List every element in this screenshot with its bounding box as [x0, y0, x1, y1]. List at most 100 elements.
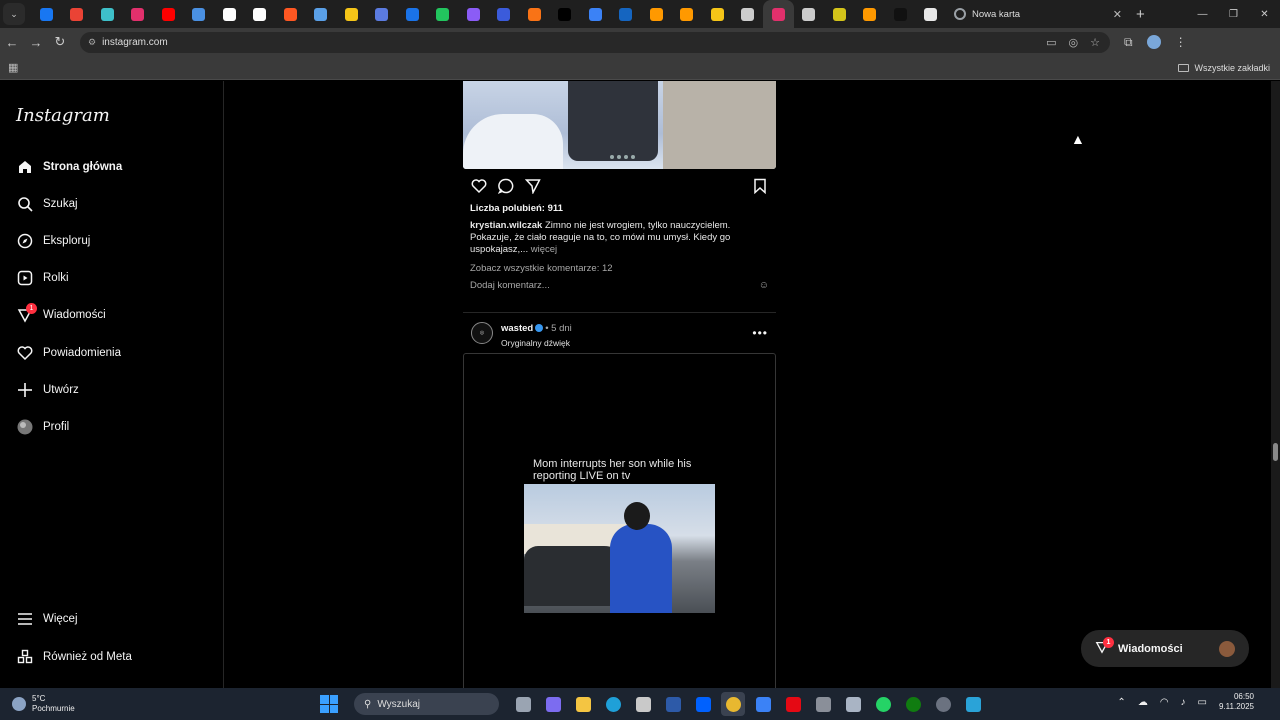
taskbar-search[interactable]: ⚲ Wyszukaj	[354, 693, 499, 715]
pinned-tab[interactable]	[611, 0, 642, 28]
post-image[interactable]	[463, 81, 776, 169]
pinned-tab[interactable]	[794, 0, 825, 28]
likes-count[interactable]: Liczba polubień: 911	[463, 203, 776, 214]
nav-reels[interactable]: Rolki	[16, 266, 69, 290]
pinned-tab[interactable]	[397, 0, 428, 28]
scrollbar-thumb[interactable]	[1273, 443, 1278, 461]
address-bar[interactable]: ⚙ instagram.com ▭ ◎ ☆	[80, 31, 1110, 53]
whatsapp-icon[interactable]	[871, 692, 895, 716]
app-b-icon[interactable]	[661, 692, 685, 716]
pinned-tab[interactable]	[92, 0, 123, 28]
pinned-tab[interactable]	[31, 0, 62, 28]
volume-icon[interactable]: ♪	[1181, 697, 1186, 708]
weather-widget[interactable]: 5°C Pochmurnie	[12, 694, 75, 714]
windows-start-icon[interactable]	[320, 695, 338, 713]
pinned-tab[interactable]	[855, 0, 886, 28]
bookmark-star-icon[interactable]: ☆	[1090, 36, 1100, 49]
nav-create[interactable]: Utwórz	[16, 378, 79, 402]
post-username[interactable]: wasted	[501, 323, 533, 334]
mail-icon[interactable]	[751, 692, 775, 716]
pinned-tab[interactable]	[916, 0, 947, 28]
pinned-tab[interactable]	[885, 0, 916, 28]
pinned-tab[interactable]	[153, 0, 184, 28]
extensions-icon[interactable]: ⧉	[1124, 35, 1133, 50]
audio-link[interactable]: Oryginalny dźwięk	[501, 338, 572, 348]
pinned-tab[interactable]	[550, 0, 581, 28]
nav-home[interactable]: Strona główna	[16, 155, 122, 179]
install-app-icon[interactable]: ▭	[1046, 36, 1056, 49]
pinned-tab[interactable]	[214, 0, 245, 28]
all-bookmarks-button[interactable]: Wszystkie zakładki	[1178, 63, 1270, 73]
chevron-up-icon[interactable]: ⌃	[1117, 697, 1125, 708]
close-tab-icon[interactable]: ✕	[1113, 8, 1122, 21]
notepad-icon[interactable]	[841, 692, 865, 716]
pinned-tab[interactable]	[367, 0, 398, 28]
caption-more-link[interactable]: więcej	[528, 244, 557, 255]
pinned-tab[interactable]	[275, 0, 306, 28]
nav-more[interactable]: Więcej	[16, 607, 78, 631]
settings-icon[interactable]	[931, 692, 955, 716]
maximize-button[interactable]: ❐	[1218, 9, 1249, 20]
pinned-tab[interactable]	[306, 0, 337, 28]
caption-username[interactable]: krystian.wilczak	[470, 220, 542, 231]
wifi-icon[interactable]: ◠	[1160, 697, 1169, 708]
emoji-icon[interactable]: ☺	[759, 280, 769, 291]
view-all-comments-link[interactable]: Zobacz wszystkie komentarze: 12	[463, 256, 776, 274]
pinned-tab[interactable]	[489, 0, 520, 28]
tracking-icon[interactable]: ◎	[1069, 36, 1079, 49]
new-tab-button[interactable]: +	[1136, 6, 1145, 23]
file-explorer-icon[interactable]	[571, 692, 595, 716]
instagram-logo[interactable]: Instagram	[16, 105, 110, 126]
pinned-tab[interactable]	[428, 0, 459, 28]
pinned-tab[interactable]	[123, 0, 154, 28]
tab-search-button[interactable]: ⌄	[3, 3, 25, 25]
pinned-tab[interactable]	[672, 0, 703, 28]
pinned-tab[interactable]	[336, 0, 367, 28]
comment-icon[interactable]	[497, 177, 515, 195]
app-e-icon[interactable]	[961, 692, 985, 716]
nav-notifications[interactable]: Powiadomienia	[16, 341, 121, 365]
onedrive-icon[interactable]: ☁	[1138, 697, 1148, 708]
xbox-icon[interactable]	[901, 692, 925, 716]
pinned-tab[interactable]	[824, 0, 855, 28]
pinned-tab[interactable]	[458, 0, 489, 28]
more-options-icon[interactable]: •••	[752, 326, 768, 340]
share-icon[interactable]	[524, 177, 542, 195]
nav-search[interactable]: Szukaj	[16, 192, 78, 216]
pinned-tab[interactable]	[641, 0, 672, 28]
battery-icon[interactable]: ▭	[1198, 697, 1207, 708]
close-window-button[interactable]: ✕	[1249, 9, 1280, 20]
pinned-tab[interactable]	[62, 0, 93, 28]
browser-menu-icon[interactable]: ⋮	[1175, 35, 1187, 49]
minimize-button[interactable]: —	[1187, 9, 1218, 20]
reload-button[interactable]: ↻	[48, 34, 72, 50]
copilot-icon[interactable]	[541, 692, 565, 716]
clock[interactable]: 06:50 9.11.2025	[1219, 692, 1254, 712]
like-heart-icon[interactable]	[470, 177, 488, 195]
back-button[interactable]: ←	[0, 35, 24, 50]
pinned-tab[interactable]	[245, 0, 276, 28]
calculator-icon[interactable]	[811, 692, 835, 716]
nav-also-from-meta[interactable]: Również od Meta	[16, 645, 132, 669]
avatar[interactable]: ◎	[471, 322, 493, 344]
nav-messages[interactable]: 1 Wiadomości	[16, 303, 106, 327]
page-scrollbar[interactable]	[1271, 81, 1280, 688]
pinned-tab[interactable]	[184, 0, 215, 28]
post-video[interactable]: Mom interrupts her son while his reporti…	[463, 353, 776, 713]
pinned-tab[interactable]	[702, 0, 733, 28]
nav-explore[interactable]: Eksploruj	[16, 229, 90, 253]
site-info-icon[interactable]: ⚙	[88, 37, 96, 48]
pinned-tab[interactable]	[763, 0, 794, 28]
forward-button[interactable]: →	[24, 35, 48, 50]
nav-profile[interactable]: Profil	[16, 415, 69, 439]
edge-icon[interactable]	[601, 692, 625, 716]
tab-new-tab[interactable]: Nowa karta ✕	[946, 0, 1132, 28]
pinned-tab[interactable]	[580, 0, 611, 28]
add-comment-field[interactable]: Dodaj komentarz... ☺	[463, 274, 776, 291]
store-icon[interactable]	[631, 692, 655, 716]
netflix-icon[interactable]	[781, 692, 805, 716]
bookmark-icon[interactable]	[751, 177, 769, 195]
apps-grid-icon[interactable]: ▦	[8, 61, 18, 74]
task-view-icon[interactable]	[511, 692, 535, 716]
chrome-icon[interactable]	[721, 692, 745, 716]
